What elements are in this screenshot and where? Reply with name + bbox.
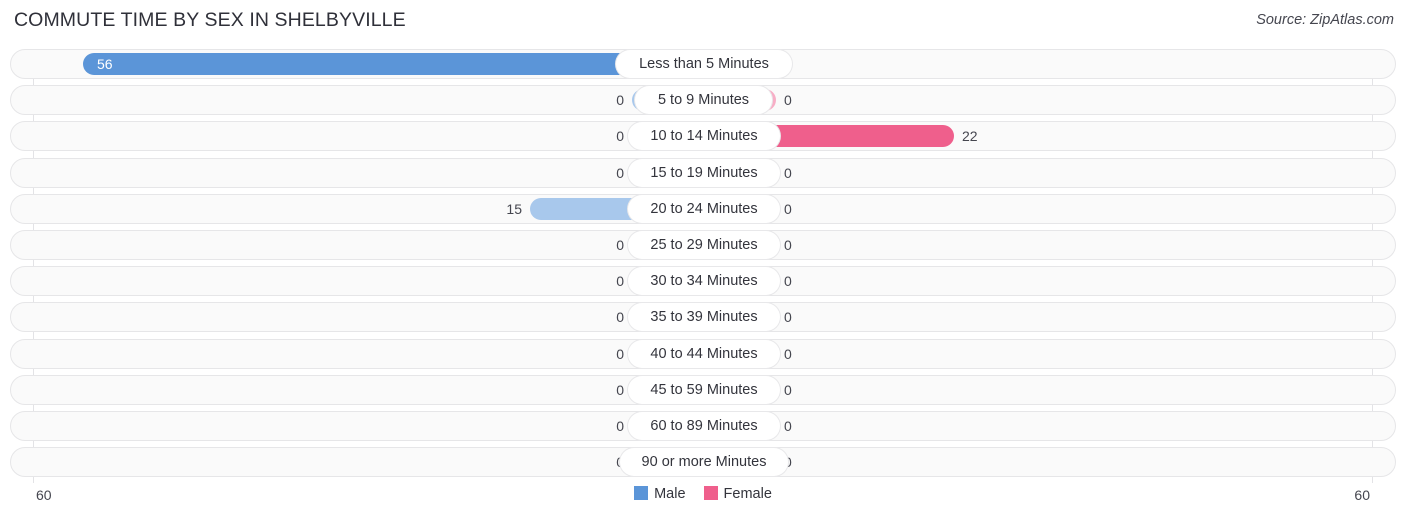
legend-label: Male [654,486,686,502]
legend-swatch-icon [703,486,718,500]
table-row[interactable]: 0 0 60 to 89 Minutes [10,411,1396,441]
source-attribution: Source: ZipAtlas.com [1256,12,1394,28]
chart-legend: Male Female [0,486,1406,502]
bar-value-female: 0 [784,345,792,362]
table-row[interactable]: 0 0 40 to 44 Minutes [10,338,1397,369]
category-label: 10 to 14 Minutes [628,122,780,151]
plot-area: 560Less than 5 Minutes005 to 9 Minutes02… [0,49,1406,483]
category-label: 20 to 24 Minutes [628,194,780,223]
bar-value-male: 0 [616,237,624,253]
bar-value-female: 0 [784,237,792,253]
row-inner: 0 0 40 to 44 Minutes [11,339,1397,368]
table-row[interactable]: 0 0 15 to 19 Minutes [10,157,1397,188]
legend-swatch-icon [634,486,649,500]
bar-male[interactable] [83,53,694,75]
bar-value-male: 0 [616,92,624,109]
legend-item-female[interactable]: Female [703,486,772,502]
table-row[interactable]: 0 0 30 to 34 Minutes [10,266,1397,297]
table-row[interactable]: 560Less than 5 Minutes [10,49,1396,79]
bar-value-male: 56 [97,56,113,72]
table-row[interactable]: 0 0 45 to 59 Minutes [10,374,1397,405]
bar-value-male: 0 [616,309,624,326]
row-inner: 0 22 10 to 14 Minutes [11,122,1397,151]
row-inner: 0 0 60 to 89 Minutes [11,412,1397,440]
row-inner: 0 0 25 to 29 Minutes [11,231,1397,259]
legend-label: Female [723,486,772,502]
bar-value-female: 0 [784,381,792,398]
category-label: 35 to 39 Minutes [628,303,780,332]
bar-value-female: 0 [784,92,792,109]
bar-value-male: 0 [616,273,624,290]
row-inner: 0 0 45 to 59 Minutes [11,375,1397,404]
category-label: 90 or more Minutes [620,448,788,477]
category-label: 30 to 34 Minutes [628,267,780,296]
bar-value-male: 0 [616,128,624,145]
row-inner: 0 0 30 to 34 Minutes [11,267,1397,296]
category-label: 60 to 89 Minutes [628,412,780,440]
bar-value-female: 0 [784,164,792,181]
row-inner: 0 0 5 to 9 Minutes [11,86,1397,115]
row-inner: 0 0 15 to 19 Minutes [11,158,1397,187]
bar-value-female: 0 [784,418,792,434]
bar-value-male: 0 [578,453,624,471]
bar-value-female: 22 [962,128,978,145]
category-label: 40 to 44 Minutes [628,339,780,368]
category-label: 5 to 9 Minutes [635,86,772,115]
category-label: 15 to 19 Minutes [628,158,780,187]
bar-value-male: 0 [616,345,624,362]
category-label: 25 to 29 Minutes [628,231,780,259]
table-row[interactable]: 0 0 35 to 39 Minutes [10,302,1397,333]
legend-item-male[interactable]: Male [634,486,686,502]
bar-value-male: 15 [506,200,522,217]
row-inner: 15 0 20 to 24 Minutes [11,194,1397,223]
chart-header: COMMUTE TIME BY SEX IN SHELBYVILLE Sourc… [0,0,1406,42]
table-row[interactable]: 0 0 5 to 9 Minutes [10,85,1397,116]
category-label: Less than 5 Minutes [616,50,792,78]
table-row[interactable]: 0 22 10 to 14 Minutes [10,121,1397,152]
bar-value-female: 0 [784,309,792,326]
bar-value-male: 0 [616,381,624,398]
bar-value-male: 0 [616,418,624,434]
category-label: 45 to 59 Minutes [628,375,780,404]
table-row[interactable]: 0 0 25 to 29 Minutes [10,230,1396,260]
row-inner: 0 0 35 to 39 Minutes [11,303,1397,332]
table-row[interactable]: 15 0 20 to 24 Minutes [10,193,1397,224]
bar-value-female: 0 [784,200,792,217]
table-row[interactable]: 0090 or more Minutes [10,447,1397,478]
bar-value-male: 0 [616,164,624,181]
row-inner: 0090 or more Minutes [11,448,1397,477]
row-inner: 560Less than 5 Minutes [11,50,1397,78]
bar-value-female: 0 [784,273,792,290]
page-title: COMMUTE TIME BY SEX IN SHELBYVILLE [14,9,406,31]
